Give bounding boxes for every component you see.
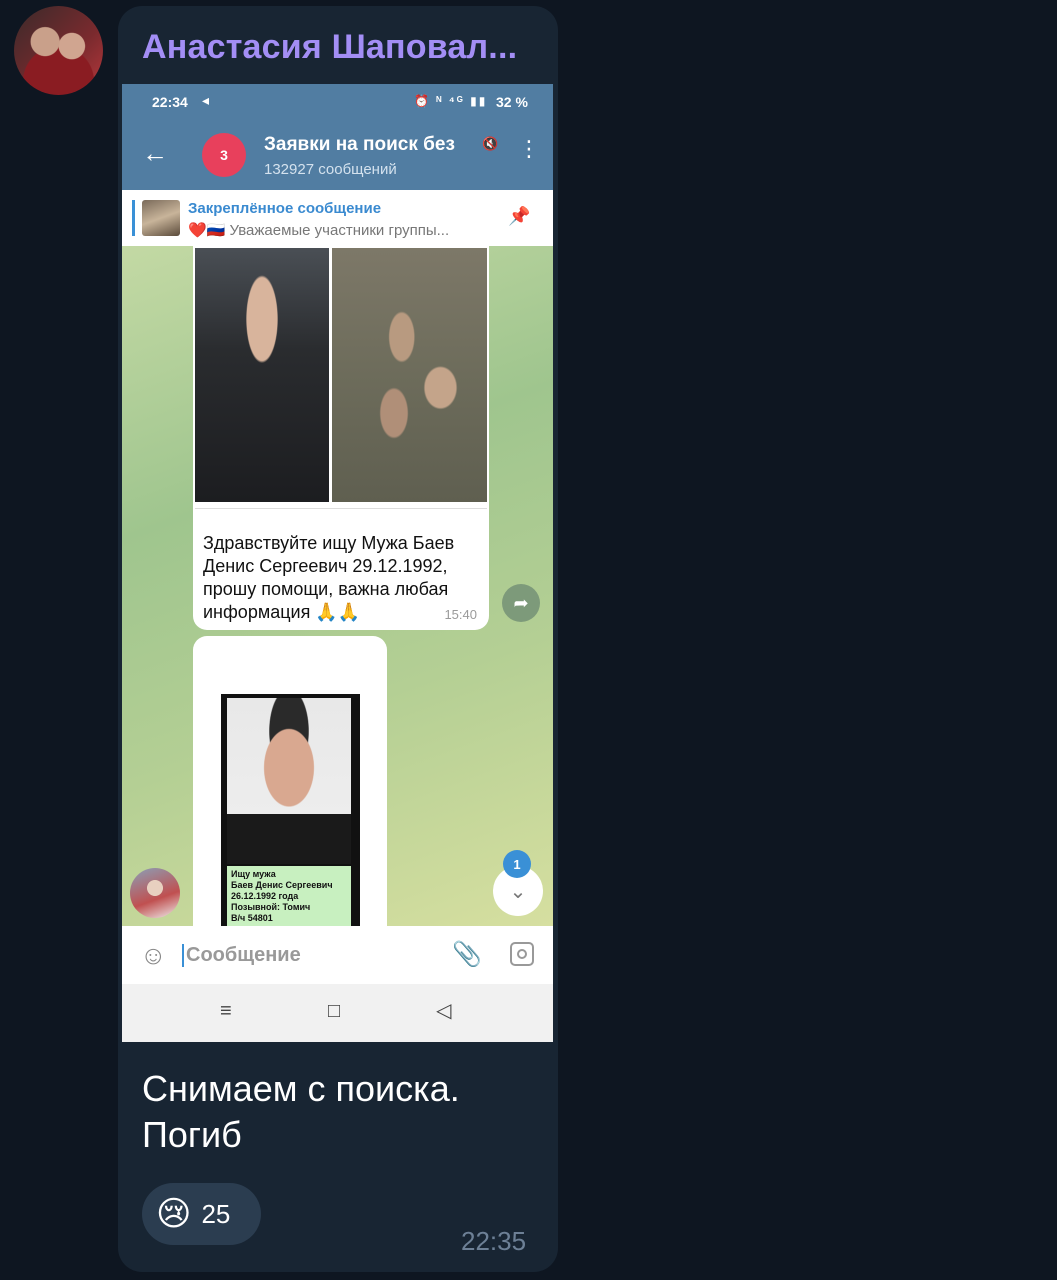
back-arrow-icon: ← — [142, 138, 168, 168]
photo-man-portrait — [195, 248, 329, 502]
photo-caption-strip — [195, 508, 487, 515]
sender-avatar[interactable] — [14, 6, 103, 95]
chat-avatar-badge: 3 — [220, 147, 228, 163]
caption-line-1: Снимаем с поиска. — [142, 1068, 460, 1109]
chat-app-bar: ← 3 Заявки на поиск без 132927 сообщений… — [122, 120, 553, 190]
message-timestamp: 22:35 — [461, 1226, 527, 1256]
crying-face-icon: 😢 — [156, 1195, 192, 1233]
mute-icon: 🔇 — [482, 136, 499, 151]
chat-subtitle: 132927 сообщений — [264, 161, 397, 178]
more-menu-icon: ⋮ — [518, 136, 540, 161]
android-nav-bar: ≡ □ ◁ — [122, 984, 553, 1042]
message-text: Здравствуйте ищу Мужа Баев Денис Сергеев… — [203, 533, 455, 622]
chat-message-1: Здравствуйте ищу Мужа Баев Денис Сергеев… — [193, 246, 489, 630]
forward-glyph: ➦ — [513, 592, 529, 613]
message-input: Сообщение — [182, 944, 301, 967]
back-icon: ◁ — [436, 1000, 452, 1022]
pin-list-icon: 📌 — [508, 206, 531, 226]
emoji-icon: ☺ — [140, 940, 167, 970]
reaction-count: 25 — [201, 1198, 231, 1229]
camera-icon — [510, 942, 534, 966]
search-poster: Ищу мужа Баев Денис Сергеевич 26.12.1992… — [221, 694, 360, 930]
pinned-text: ❤️🇷🇺 Уважаемые участники группы... — [188, 222, 450, 239]
chevron-down-icon: ⌄ — [509, 880, 527, 903]
screenshot-image[interactable]: 22:34 ◂ ⏰ ᴺ ⁴ᴳ ▮▮ 32 % ← 3 Заявки на пои… — [122, 84, 553, 1042]
sender-name[interactable]: Анастасия Шаповал... — [142, 28, 542, 67]
pinned-message-bar: Закреплённое сообщение ❤️🇷🇺 Уважаемые уч… — [122, 190, 553, 246]
reaction-chip[interactable]: 😢 25 — [142, 1183, 261, 1245]
pinned-thumbnail — [142, 200, 180, 236]
phone-status-bar: 22:34 ◂ ⏰ ᴺ ⁴ᴳ ▮▮ 32 % — [122, 84, 553, 120]
poster-photo — [227, 698, 351, 864]
message-input-bar: ☺ Сообщение 📎 — [122, 926, 553, 984]
member-avatar — [130, 868, 180, 918]
telegram-icon: ◂ — [202, 92, 210, 108]
status-icons: ⏰ ᴺ ⁴ᴳ ▮▮ — [414, 94, 488, 108]
chat-title: Заявки на поиск без — [264, 134, 455, 155]
chat-message-2: Ищу мужа Баев Денис Сергеевич 26.12.1992… — [193, 636, 387, 936]
pinned-indicator — [132, 200, 135, 236]
message-caption: Снимаем с поиска. Погиб — [142, 1066, 542, 1158]
poster-caption: Ищу мужа Баев Денис Сергеевич 26.12.1992… — [227, 866, 351, 930]
attach-icon: 📎 — [452, 941, 482, 968]
unread-badge: 1 — [503, 850, 531, 878]
home-icon: □ — [328, 1000, 341, 1022]
chat-avatar: 3 — [202, 133, 246, 177]
status-time: 22:34 — [152, 94, 188, 110]
recent-apps-icon: ≡ — [220, 1000, 232, 1022]
forward-icon: ➦ — [502, 584, 540, 622]
caption-line-2: Погиб — [142, 1114, 242, 1155]
pinned-title: Закреплённое сообщение — [188, 200, 382, 217]
message-time: 15:40 — [444, 607, 477, 622]
battery-level: 32 % — [496, 94, 528, 110]
photo-soldiers — [332, 248, 487, 502]
